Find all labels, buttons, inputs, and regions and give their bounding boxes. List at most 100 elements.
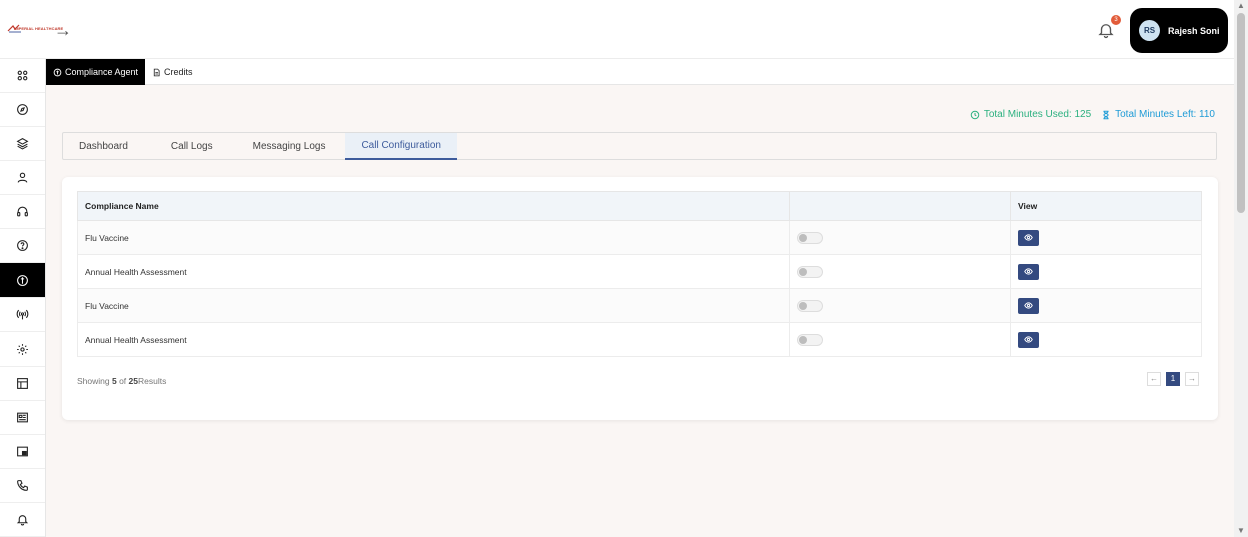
results-suffix: Results bbox=[137, 376, 167, 386]
top-header: IMPERIAL HEALTHCARE → 3 RS Rajesh Soni bbox=[0, 0, 1234, 59]
toggle-cell bbox=[789, 288, 1011, 323]
section-tabs: Dashboard Call Logs Messaging Logs Call … bbox=[62, 132, 1217, 160]
view-button[interactable] bbox=[1018, 331, 1039, 348]
user-menu-button[interactable]: RS Rajesh Soni bbox=[1130, 8, 1228, 53]
toggle-cell bbox=[789, 254, 1011, 289]
compliance-name: Flu Vaccine bbox=[77, 220, 790, 255]
bell-icon bbox=[16, 515, 29, 526]
scroll-thumb[interactable] bbox=[1237, 13, 1245, 213]
table-header-row: Compliance Name View bbox=[77, 191, 1202, 221]
user-name: Rajesh Soni bbox=[1168, 25, 1220, 36]
module-tabs: Compliance Agent Credits bbox=[46, 59, 1234, 85]
eye-icon bbox=[1024, 268, 1033, 275]
showing-prefix: Showing bbox=[77, 376, 112, 386]
minutes-stats: Total Minutes Used: 125 Total Minutes Le… bbox=[970, 109, 1215, 120]
layers-icon bbox=[16, 138, 29, 150]
view-button[interactable] bbox=[1018, 263, 1039, 280]
eye-icon bbox=[1024, 234, 1033, 241]
results-summary: Showing 5 of 25Results bbox=[77, 376, 166, 386]
page-button[interactable]: 1 bbox=[1166, 372, 1180, 386]
compliance-name: Annual Health Assessment bbox=[77, 322, 790, 357]
eye-icon bbox=[1024, 336, 1033, 343]
sidebar-item-apps[interactable] bbox=[0, 59, 45, 93]
eye-icon bbox=[1024, 302, 1033, 309]
minutes-left-text: Total Minutes Left: 110 bbox=[1115, 109, 1215, 120]
phone-icon bbox=[17, 480, 28, 491]
avatar: RS bbox=[1139, 20, 1160, 41]
pagination: ← 1 → bbox=[1147, 372, 1199, 386]
arrow-right-icon: → bbox=[54, 20, 72, 40]
tab-credits[interactable]: Credits bbox=[152, 59, 212, 85]
tab-label: Credits bbox=[164, 67, 193, 77]
minutes-left: Total Minutes Left: 110 bbox=[1101, 109, 1215, 120]
sidebar-item-settings[interactable] bbox=[0, 333, 45, 367]
broadcast-icon bbox=[16, 309, 29, 320]
sidebar-item-support[interactable] bbox=[0, 195, 45, 229]
tab-call-configuration[interactable]: Call Configuration bbox=[345, 133, 457, 160]
hourglass-icon bbox=[1103, 110, 1109, 119]
sidebar-item-layers[interactable] bbox=[0, 127, 45, 161]
table-row: Flu Vaccine bbox=[77, 288, 1202, 323]
enable-toggle[interactable] bbox=[797, 265, 823, 278]
user-icon bbox=[17, 172, 28, 183]
sidebar-item-compliance[interactable] bbox=[0, 263, 45, 298]
view-button[interactable] bbox=[1018, 297, 1039, 314]
compliance-table: Compliance Name View Flu Vaccine Annual … bbox=[77, 191, 1202, 357]
prev-page-button[interactable]: ← bbox=[1147, 372, 1161, 386]
column-header-toggle bbox=[789, 191, 1011, 221]
compliance-icon bbox=[53, 68, 62, 76]
sidebar-item-notifications[interactable] bbox=[0, 503, 45, 537]
enable-toggle[interactable] bbox=[797, 231, 823, 244]
expand-sidebar-button[interactable]: → bbox=[52, 19, 74, 41]
clock-icon bbox=[970, 110, 980, 119]
table-row: Annual Health Assessment bbox=[77, 254, 1202, 289]
table-row: Flu Vaccine bbox=[77, 220, 1202, 255]
sidebar-item-broadcast[interactable] bbox=[0, 298, 45, 332]
compliance-name: Flu Vaccine bbox=[77, 288, 790, 323]
compliance-name: Annual Health Assessment bbox=[77, 254, 790, 289]
toggle-cell bbox=[789, 220, 1011, 255]
sidebar-item-media[interactable] bbox=[0, 435, 45, 469]
settings-icon bbox=[17, 344, 28, 355]
notification-badge: 3 bbox=[1111, 15, 1121, 25]
headset-icon bbox=[17, 206, 28, 217]
of-text: of bbox=[116, 376, 129, 386]
help-icon bbox=[17, 240, 28, 251]
tab-compliance-agent[interactable]: Compliance Agent bbox=[46, 59, 145, 85]
picture-in-picture-icon bbox=[17, 446, 28, 457]
column-header-compliance-name: Compliance Name bbox=[77, 191, 790, 221]
scroll-up-icon[interactable]: ▲ bbox=[1237, 2, 1245, 10]
table-row: Annual Health Assessment bbox=[77, 322, 1202, 357]
view-cell bbox=[1010, 254, 1202, 289]
sidebar-item-calls[interactable] bbox=[0, 469, 45, 503]
main-content: Total Minutes Used: 125 Total Minutes Le… bbox=[46, 85, 1234, 537]
compass-icon bbox=[17, 104, 28, 115]
enable-toggle[interactable] bbox=[797, 299, 823, 312]
minutes-used-text: Total Minutes Used: 125 bbox=[983, 109, 1092, 120]
grid-icon bbox=[17, 70, 28, 81]
page-scrollbar[interactable]: ▲ ▼ bbox=[1234, 0, 1248, 537]
minutes-used: Total Minutes Used: 125 bbox=[970, 109, 1091, 120]
compliance-card: Compliance Name View Flu Vaccine Annual … bbox=[62, 177, 1218, 420]
enable-toggle[interactable] bbox=[797, 333, 823, 346]
view-button[interactable] bbox=[1018, 229, 1039, 246]
compliance-icon bbox=[17, 274, 28, 286]
view-cell bbox=[1010, 220, 1202, 255]
sidebar-item-users[interactable] bbox=[0, 161, 45, 195]
sidebar-item-explore[interactable] bbox=[0, 93, 45, 127]
view-cell bbox=[1010, 288, 1202, 323]
tab-messaging-logs[interactable]: Messaging Logs bbox=[233, 133, 346, 160]
sidebar-item-news[interactable] bbox=[0, 401, 45, 435]
newspaper-icon bbox=[17, 412, 28, 423]
scroll-down-icon[interactable]: ▼ bbox=[1237, 527, 1245, 535]
tab-label: Compliance Agent bbox=[65, 67, 139, 77]
sidebar-item-layout[interactable] bbox=[0, 367, 45, 401]
next-page-button[interactable]: → bbox=[1185, 372, 1199, 386]
sidebar-item-help[interactable] bbox=[0, 229, 45, 263]
tab-dashboard[interactable]: Dashboard bbox=[63, 133, 151, 160]
column-header-view: View bbox=[1010, 191, 1202, 221]
sidebar bbox=[0, 59, 46, 537]
tab-call-logs[interactable]: Call Logs bbox=[151, 133, 233, 160]
document-icon bbox=[153, 68, 160, 76]
total-count: 25 bbox=[128, 376, 138, 386]
